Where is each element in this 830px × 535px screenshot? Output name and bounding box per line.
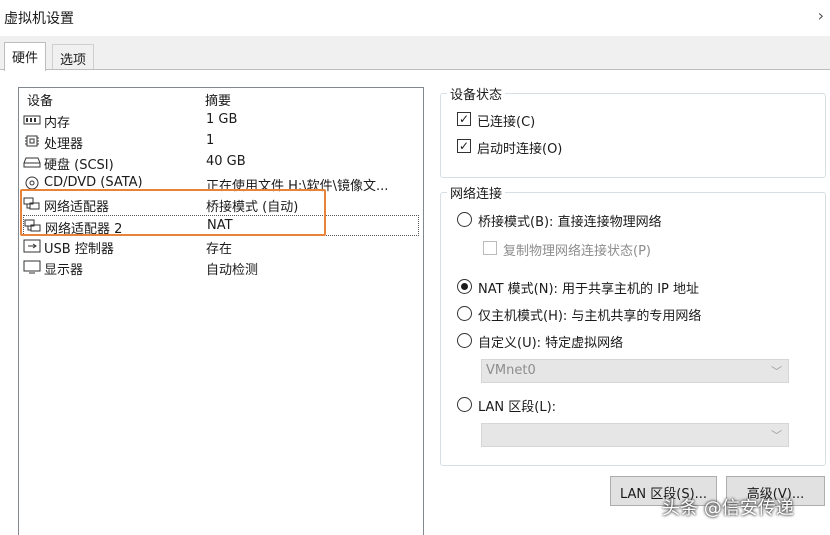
radio-on-icon	[457, 279, 472, 294]
display-icon	[23, 260, 41, 274]
device-row-memory[interactable]: 内存 1 GB	[23, 110, 419, 131]
advanced-button[interactable]: 高级(V)...	[726, 476, 825, 506]
tab-hardware[interactable]: 硬件	[4, 42, 47, 71]
nat-label: NAT 模式(N): 用于共享主机的 IP 地址	[478, 282, 700, 297]
device-name: 显示器	[44, 263, 84, 278]
device-row-display[interactable]: 显示器 自动检测	[23, 257, 419, 278]
lan-segment-select[interactable]: ﹀	[481, 423, 789, 447]
tab-bar: 硬件 选项	[0, 40, 830, 71]
device-summary: 自动检测	[206, 263, 259, 278]
device-row-processor[interactable]: 处理器 1	[23, 131, 419, 152]
host-only-label: 仅主机模式(H): 与主机共享的专用网络	[478, 309, 702, 324]
device-name: 网络适配器	[44, 200, 110, 215]
processor-icon	[23, 134, 41, 148]
network-connection-group: 网络连接 桥接模式(B): 直接连接物理网络 复制物理网络连接状态(P) NAT…	[440, 183, 826, 466]
radio-off-icon	[457, 306, 472, 321]
device-name: CD/DVD (SATA)	[44, 175, 143, 190]
chevron-right-icon[interactable]: ›	[818, 6, 824, 25]
window-title: 虚拟机设置	[4, 11, 74, 27]
network-adapter-icon	[24, 219, 42, 233]
device-summary: 1 GB	[206, 112, 238, 127]
device-row-network-adapter-2[interactable]: 网络适配器 2 NAT	[23, 215, 419, 237]
device-summary: 1	[206, 133, 215, 148]
device-summary: 桥接模式 (自动)	[206, 200, 299, 215]
checkbox-icon	[483, 241, 497, 255]
device-row-usb-controller[interactable]: USB 控制器 存在	[23, 236, 419, 257]
device-list: 设备 摘要 内存 1 GB 处理器 1 硬盘 (SCSI) 40 GB CD/D…	[18, 87, 424, 535]
device-name: 硬盘 (SCSI)	[44, 158, 114, 173]
hard-disk-icon	[23, 155, 41, 169]
device-name: 处理器	[44, 137, 84, 152]
cd-dvd-icon	[23, 176, 41, 190]
network-connection-title: 网络连接	[447, 183, 506, 202]
device-summary: NAT	[207, 218, 233, 233]
radio-off-icon	[457, 397, 472, 412]
tab-options[interactable]: 选项	[52, 44, 95, 70]
bridged-label: 桥接模式(B): 直接连接物理网络	[478, 215, 662, 230]
device-status-group: 设备状态 ✓ 已连接(C) ✓ 启动时连接(O)	[440, 84, 826, 178]
device-summary: 40 GB	[206, 154, 246, 169]
column-header-device[interactable]: 设备	[27, 90, 53, 110]
network-adapter-icon	[23, 197, 41, 211]
chevron-down-icon: ﹀	[771, 365, 782, 378]
custom-label: 自定义(U): 特定虚拟网络	[478, 336, 624, 351]
device-summary: 正在使用文件 H:\软件\镜像文...	[206, 179, 389, 194]
custom-network-select[interactable]: VMnet0 ﹀	[481, 359, 789, 383]
lan-segments-button[interactable]: LAN 区段(S)...	[610, 476, 717, 506]
device-name: 网络适配器 2	[45, 222, 123, 237]
connected-label: 已连接(C)	[477, 115, 536, 130]
device-status-title: 设备状态	[447, 84, 506, 103]
radio-off-icon	[457, 212, 472, 227]
device-name: USB 控制器	[44, 242, 114, 257]
device-row-cd-dvd[interactable]: CD/DVD (SATA) 正在使用文件 H:\软件\镜像文...	[23, 173, 419, 194]
title-bar: 虚拟机设置 ›	[0, 0, 830, 36]
connect-at-power-on-label: 启动时连接(O)	[477, 142, 563, 157]
usb-icon	[23, 239, 41, 253]
tab-content: 设备 摘要 内存 1 GB 处理器 1 硬盘 (SCSI) 40 GB CD/D…	[0, 69, 830, 535]
chevron-down-icon: ﹀	[771, 429, 782, 442]
device-row-network-adapter[interactable]: 网络适配器 桥接模式 (自动)	[23, 194, 419, 215]
custom-network-value: VMnet0	[486, 363, 536, 378]
device-name: 内存	[44, 116, 71, 131]
column-header-summary[interactable]: 摘要	[205, 90, 231, 110]
radio-off-icon	[457, 333, 472, 348]
checkmark-icon: ✓	[457, 139, 471, 153]
memory-icon	[23, 113, 41, 127]
checkmark-icon: ✓	[457, 112, 471, 126]
lan-segment-label: LAN 区段(L):	[478, 400, 557, 415]
device-summary: 存在	[206, 242, 233, 257]
device-row-hard-disk[interactable]: 硬盘 (SCSI) 40 GB	[23, 152, 419, 173]
replicate-state-label: 复制物理网络连接状态(P)	[503, 244, 651, 259]
